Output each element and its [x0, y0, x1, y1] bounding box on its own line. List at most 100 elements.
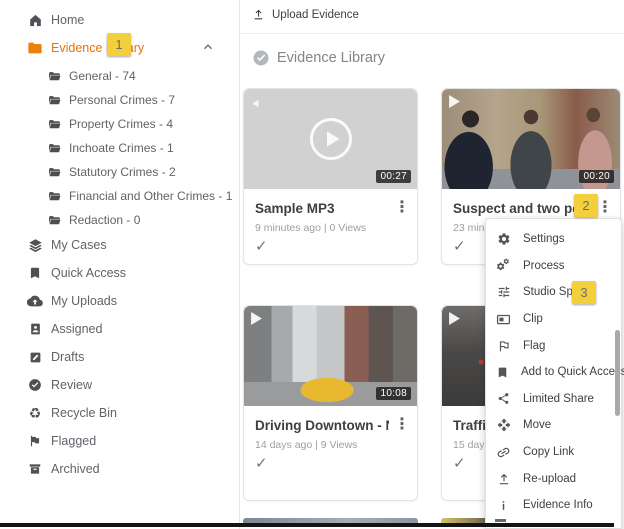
move-icon [496, 418, 511, 433]
sidebar-item-drafts[interactable]: Drafts [27, 345, 84, 369]
annotation-step-2: 2 [574, 194, 598, 217]
speaker-icon [252, 97, 265, 110]
sidebar-item-quick-access[interactable]: Quick Access [27, 261, 126, 285]
evidence-card-driving-downtown: 10:08 Driving Downtown - N... 14 days ag… [243, 305, 418, 501]
tune-icon [496, 285, 511, 300]
subfolder-icon [47, 69, 61, 83]
duration-badge: 10:08 [376, 387, 411, 400]
sidebar-item-flagged[interactable]: Flagged [27, 429, 96, 453]
archive-icon [27, 461, 43, 477]
upload-evidence-label: Upload Evidence [272, 9, 359, 21]
sidebar-item-label: Home [51, 13, 84, 27]
sidebar-item-label: Redaction - 0 [69, 213, 140, 227]
sidebar-item-label: Archived [51, 462, 100, 476]
menu-item-settings[interactable]: Settings [486, 226, 621, 253]
sidebar-item-label: Personal Crimes - 7 [69, 93, 175, 107]
menu-item-flag[interactable]: Flag [486, 332, 621, 359]
menu-item-copy-link[interactable]: Copy Link [486, 439, 621, 466]
folder-icon [27, 40, 43, 56]
check-circle-icon [27, 377, 43, 393]
checkmark-icon[interactable]: ✓ [255, 454, 268, 472]
sidebar-divider [239, 0, 240, 529]
subfolder-icon [47, 213, 61, 227]
kebab-menu-icon[interactable]: ⋮ [394, 198, 410, 218]
thumbnail[interactable]: 10:08 [244, 306, 417, 406]
sidebar-item-label: My Cases [51, 238, 107, 252]
sidebar-item-general[interactable]: General - 74 [47, 64, 136, 88]
menu-item-clip[interactable]: Clip [486, 306, 621, 333]
bookmark-icon [27, 265, 43, 281]
clip-icon [496, 312, 511, 327]
play-icon [449, 312, 460, 325]
sidebar-item-archived[interactable]: Archived [27, 457, 100, 481]
bookmark-icon [496, 365, 509, 380]
sidebar-item-label: Review [51, 378, 92, 392]
sidebar-item-label: General - 74 [69, 69, 136, 83]
check-circle-icon [252, 49, 270, 67]
menu-item-limited-share[interactable]: Limited Share [486, 386, 621, 413]
menu-scrollbar-thumb[interactable] [615, 330, 620, 416]
flag-outline-icon [496, 338, 511, 353]
checkmark-icon[interactable]: ✓ [255, 237, 268, 255]
sidebar-item-personal-crimes[interactable]: Personal Crimes - 7 [47, 88, 175, 112]
checkmark-icon[interactable]: ✓ [453, 454, 466, 472]
sidebar-item-recycle-bin[interactable]: ♻ Recycle Bin [27, 401, 117, 425]
sidebar-item-label: Property Crimes - 4 [69, 117, 173, 131]
menu-item-studio-space[interactable]: Studio Space [486, 279, 621, 306]
evidence-card-sample-mp3: 00:27 Sample MP3 9 minutes ago | 0 Views… [243, 88, 418, 265]
chevron-up-icon[interactable] [201, 40, 215, 54]
assignment-icon [27, 321, 43, 337]
menu-item-partial-icon [495, 519, 506, 522]
info-icon [496, 498, 511, 513]
cloud-upload-icon [27, 293, 43, 309]
recycle-icon: ♻ [27, 405, 43, 421]
card-meta: 14 days ago | 9 Views [255, 439, 357, 451]
sidebar-item-statutory-crimes[interactable]: Statutory Crimes - 2 [47, 160, 176, 184]
menu-item-process[interactable]: Process [486, 253, 621, 280]
sidebar-item-my-cases[interactable]: My Cases [27, 233, 107, 257]
upload-icon [496, 471, 511, 486]
subfolder-icon [47, 117, 61, 131]
card-meta: 9 minutes ago | 0 Views [255, 222, 366, 234]
sidebar-item-financial-crimes[interactable]: Financial and Other Crimes - 1 [47, 184, 232, 208]
play-icon [449, 95, 460, 108]
sidebar-item-inchoate-crimes[interactable]: Inchoate Crimes - 1 [47, 136, 174, 160]
card-title: Driving Downtown - N... [255, 418, 389, 433]
sidebar-item-label: Drafts [51, 350, 84, 364]
sidebar-item-redaction[interactable]: Redaction - 0 [47, 208, 140, 232]
section-header: Evidence Library [252, 49, 385, 67]
thumbnail[interactable]: 00:20 [442, 89, 620, 189]
sidebar-item-label: Financial and Other Crimes - 1 [69, 189, 232, 203]
subfolder-icon [47, 93, 61, 107]
kebab-menu-icon[interactable]: ⋮ [597, 198, 613, 218]
sidebar-item-assigned[interactable]: Assigned [27, 317, 102, 341]
home-icon [27, 12, 43, 28]
kebab-menu-icon[interactable]: ⋮ [394, 415, 410, 435]
play-icon [251, 312, 262, 325]
upload-icon [252, 8, 266, 22]
menu-item-add-to-quick-access[interactable]: Add to Quick Access [486, 359, 621, 386]
menu-item-move[interactable]: Move [486, 412, 621, 439]
play-button-icon[interactable] [308, 116, 354, 162]
menu-item-re-upload[interactable]: Re-upload [486, 465, 621, 492]
sidebar-item-review[interactable]: Review [27, 373, 92, 397]
sidebar-item-label: Recycle Bin [51, 406, 117, 420]
link-icon [496, 445, 511, 460]
sidebar-item-my-uploads[interactable]: My Uploads [27, 289, 117, 313]
flag-icon [27, 433, 43, 449]
subfolder-icon [47, 165, 61, 179]
layers-icon [27, 237, 43, 253]
thumbnail[interactable]: 00:27 [244, 89, 417, 189]
section-title: Evidence Library [277, 50, 385, 66]
sidebar-item-home[interactable]: Home [27, 8, 84, 32]
sidebar-item-label: Flagged [51, 434, 96, 448]
checkmark-icon[interactable]: ✓ [453, 237, 466, 255]
sidebar-item-property-crimes[interactable]: Property Crimes - 4 [47, 112, 173, 136]
menu-item-evidence-info[interactable]: Evidence Info [486, 492, 621, 519]
gears-icon [496, 258, 511, 273]
sidebar-item-label: Assigned [51, 322, 102, 336]
evidence-library-screen: Home Evidence Library General - 74 Perso… [0, 0, 624, 529]
subfolder-icon [47, 189, 61, 203]
upload-evidence-button[interactable]: Upload Evidence [252, 8, 359, 22]
sidebar-item-label: Statutory Crimes - 2 [69, 165, 176, 179]
